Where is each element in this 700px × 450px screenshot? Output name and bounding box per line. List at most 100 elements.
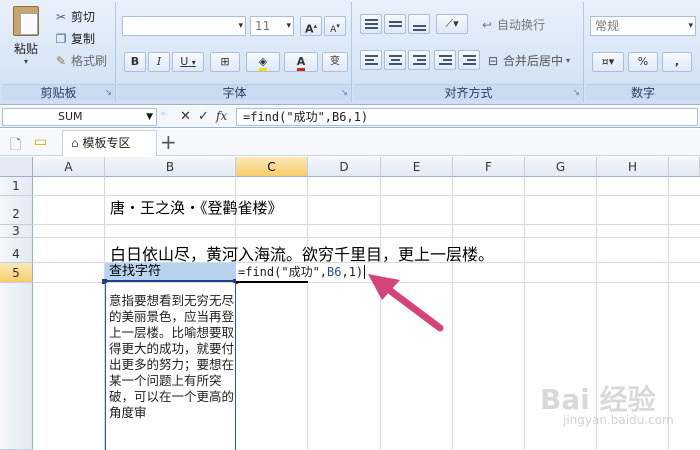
paste-dropdown-icon[interactable]: ▾ <box>6 57 46 66</box>
watermark-url: jingyan.baidu.com <box>563 413 674 427</box>
row-header-6[interactable] <box>0 283 33 450</box>
font-color-button[interactable]: A <box>284 52 318 72</box>
clipboard-launcher-icon[interactable]: ↘ <box>104 88 112 98</box>
comma-icon: , <box>674 55 680 68</box>
cell-b2[interactable]: 唐・王之涣・《登鹳雀楼》 <box>110 197 283 218</box>
bold-icon: B <box>130 55 140 68</box>
tab-bar: 🗋 ▭ ⌂ 模板专区 + <box>0 129 700 156</box>
merge-center-label: 合并后居中 <box>503 54 564 68</box>
bold-button[interactable]: B <box>124 52 146 72</box>
currency-icon: ¤▾ <box>601 55 615 68</box>
active-cell-underline <box>236 281 308 283</box>
select-all-corner[interactable] <box>0 157 33 177</box>
italic-button[interactable]: I <box>148 52 170 72</box>
row-header-3[interactable]: 3 <box>0 225 33 238</box>
cancel-button[interactable]: ✕ <box>180 109 191 124</box>
merge-center-button[interactable]: ⊟ 合并后居中 ▾ <box>486 52 570 69</box>
align-bottom-button[interactable] <box>408 14 430 34</box>
wrap-text-label: 自动换行 <box>497 18 546 32</box>
align-middle-button[interactable] <box>384 14 406 34</box>
wrap-text-icon: ↩ <box>481 17 493 32</box>
chevron-down-icon: ▾ <box>688 21 693 31</box>
column-header-g[interactable]: G <box>525 157 597 177</box>
phonetic-button[interactable]: 变 <box>322 52 348 72</box>
cell-b5[interactable]: 查找字符 <box>105 263 236 282</box>
cut-button[interactable]: ✂ 剪切 <box>54 8 95 25</box>
scissors-icon: ✂ <box>55 9 67 24</box>
font-group-label: 字体 <box>118 84 351 100</box>
currency-button[interactable]: ¤▾ <box>592 52 624 72</box>
fill-color-button[interactable]: ◈ <box>246 52 280 72</box>
formula-input[interactable]: =find("成功",B6,1) <box>236 108 698 126</box>
paste-button[interactable]: 粘贴 ▾ <box>6 6 46 66</box>
cut-label: 剪切 <box>71 10 96 24</box>
font-size-combo[interactable]: 11 ▾ <box>250 16 294 36</box>
cell-b4[interactable]: 白日依山尽，黄河入海流。欲穷千里目，更上一层楼。 <box>110 241 494 265</box>
row-header-5[interactable]: 5 <box>0 263 33 283</box>
insert-function-button[interactable]: fx <box>216 109 227 123</box>
column-header-d[interactable]: D <box>308 157 381 177</box>
column-header-next[interactable] <box>669 157 700 177</box>
column-header-c[interactable]: C <box>236 157 308 177</box>
shrink-font-button[interactable]: A▾ <box>324 16 346 36</box>
add-tab-button[interactable]: + <box>160 131 177 153</box>
align-right-button[interactable] <box>408 50 430 70</box>
row-header-2[interactable]: 2 <box>0 196 33 225</box>
comma-button[interactable]: , <box>662 52 692 72</box>
align-left-button[interactable] <box>360 50 382 70</box>
pointer-arrow <box>368 274 444 332</box>
orientation-button[interactable]: ⟋▾ <box>436 14 468 34</box>
percent-icon: % <box>637 55 649 68</box>
grow-font-button[interactable]: A▴ <box>300 16 322 36</box>
paste-label: 粘贴 <box>13 42 38 56</box>
name-box[interactable]: SUM ▼ <box>2 108 157 126</box>
underline-button[interactable]: U ▾ <box>172 52 204 72</box>
chevron-down-icon: ▾ <box>566 56 571 65</box>
alignment-launcher-icon[interactable]: ↘ <box>572 88 580 98</box>
percent-button[interactable]: % <box>628 52 658 72</box>
row-header-4[interactable]: 4 <box>0 238 33 263</box>
align-top-button[interactable] <box>360 14 382 34</box>
format-painter-button[interactable]: ✎ 格式刷 <box>54 52 107 69</box>
column-header-b[interactable]: B <box>105 157 236 177</box>
formula-reference-b6: B6 <box>327 265 342 279</box>
italic-icon: I <box>156 55 162 68</box>
column-header-f[interactable]: F <box>453 157 525 177</box>
row-header-1[interactable]: 1 <box>0 177 33 196</box>
watermark-logo: Bai 经验 <box>540 383 656 416</box>
align-center-button[interactable] <box>384 50 406 70</box>
new-file-icon[interactable]: 🗋 <box>10 134 21 158</box>
number-format-combo[interactable]: 常规 ▾ <box>590 16 696 36</box>
wrap-text-button[interactable]: ↩ 自动换行 <box>480 16 545 33</box>
number-format-value: 常规 <box>595 19 620 33</box>
folder-icon[interactable]: ▭ <box>34 134 47 150</box>
chevron-down-icon: ▾ <box>238 21 243 31</box>
column-header-h[interactable]: H <box>597 157 669 177</box>
copy-label: 复制 <box>71 32 96 46</box>
font-size-value: 11 <box>255 19 271 33</box>
borders-icon: ⊞ <box>220 55 230 68</box>
tab-template-zone[interactable]: ⌂ 模板专区 <box>62 130 157 156</box>
font-launcher-icon[interactable]: ↘ <box>340 88 348 98</box>
home-icon: ⌂ <box>71 136 79 150</box>
tab-template-label: 模板专区 <box>82 136 131 150</box>
enter-button[interactable]: ✓ <box>198 109 209 124</box>
cell-b6[interactable]: 意指要想看到无穷无尽的美丽景色，应当再登上一层楼。比喻想要取得更大的成功，就要付… <box>109 293 235 450</box>
clipboard-group-label: 剪贴板 <box>2 84 115 100</box>
formula-bar-dots-icon: ◦ <box>160 109 166 120</box>
number-group: 常规 ▾ ¤▾ % , 数字 <box>586 2 700 102</box>
increase-indent-button[interactable] <box>458 50 480 70</box>
formula-text-prefix: =find("成功", <box>238 265 328 279</box>
decrease-indent-button[interactable] <box>434 50 456 70</box>
clipboard-icon <box>13 6 39 36</box>
column-header-a[interactable]: A <box>33 157 105 177</box>
phonetic-icon: 变 <box>330 56 340 67</box>
grow-font-icon: A <box>304 22 314 36</box>
font-name-combo[interactable]: ▾ <box>122 16 246 36</box>
format-painter-label: 格式刷 <box>71 54 108 68</box>
copy-button[interactable]: ❐ 复制 <box>54 30 95 47</box>
chevron-down-icon: ▾ <box>286 21 291 31</box>
column-header-e[interactable]: E <box>381 157 453 177</box>
borders-button[interactable]: ⊞ <box>210 52 240 72</box>
fill-bucket-icon: ◈ <box>258 55 268 71</box>
